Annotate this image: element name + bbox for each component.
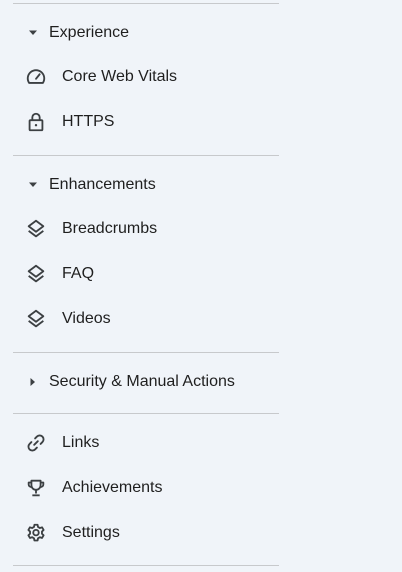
nav-item-label: HTTPS: [62, 113, 115, 130]
section-header-security-manual-actions[interactable]: Security & Manual Actions: [0, 364, 280, 400]
layers-icon: [25, 218, 47, 240]
section-header-experience[interactable]: Experience: [0, 15, 280, 51]
caret-down-icon: [27, 182, 39, 188]
caret-down-icon: [27, 30, 39, 36]
nav-item-settings[interactable]: Settings: [0, 513, 280, 553]
nav-item-core-web-vitals[interactable]: Core Web Vitals: [0, 57, 280, 97]
divider: [13, 352, 279, 353]
nav-item-label: Links: [62, 434, 100, 451]
divider: [13, 565, 279, 566]
nav-item-label: Settings: [62, 524, 120, 541]
nav-item-https[interactable]: HTTPS: [0, 102, 280, 142]
lock-icon: [25, 111, 47, 133]
nav-item-achievements[interactable]: Achievements: [0, 468, 280, 508]
nav-item-label: Achievements: [62, 479, 163, 496]
trophy-icon: [25, 477, 47, 499]
gear-icon: [25, 522, 47, 544]
divider: [13, 155, 279, 156]
section-header-enhancements[interactable]: Enhancements: [0, 167, 280, 203]
speedometer-icon: [25, 66, 47, 88]
layers-icon: [25, 263, 47, 285]
nav-item-breadcrumbs[interactable]: Breadcrumbs: [0, 209, 280, 249]
link-icon: [25, 432, 47, 454]
section-label: Enhancements: [49, 176, 156, 193]
nav-item-label: Videos: [62, 310, 111, 327]
nav-item-videos[interactable]: Videos: [0, 299, 280, 339]
caret-right-icon: [27, 377, 39, 387]
divider: [13, 413, 279, 414]
nav-item-label: Breadcrumbs: [62, 220, 158, 237]
nav-item-label: FAQ: [62, 265, 95, 282]
nav-item-links[interactable]: Links: [0, 423, 280, 463]
layers-icon: [25, 308, 47, 330]
nav-item-label: Core Web Vitals: [62, 68, 178, 85]
divider: [13, 3, 279, 4]
section-label: Experience: [49, 24, 130, 41]
section-label: Security & Manual Actions: [49, 373, 235, 390]
nav-item-faq[interactable]: FAQ: [0, 254, 280, 294]
